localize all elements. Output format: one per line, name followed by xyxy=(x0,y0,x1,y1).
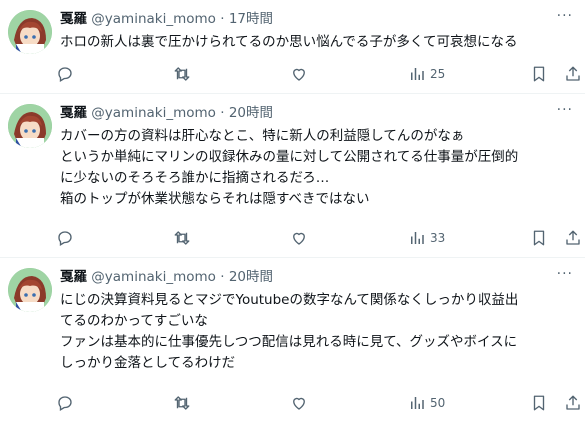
user-handle[interactable]: @yaminaki_momo xyxy=(91,11,216,27)
views-number: 50 xyxy=(430,396,446,410)
share-button[interactable] xyxy=(564,393,582,413)
retweet-button[interactable] xyxy=(173,228,191,248)
action-bar: 25 xyxy=(56,64,584,84)
views-count[interactable]: 50 xyxy=(408,393,445,413)
action-bar: 33 xyxy=(56,228,584,248)
retweet-button[interactable] xyxy=(173,393,191,413)
tweet[interactable]: 戛羅 @yaminaki_momo · 20時間 ··· にじの決算資料見るとマ… xyxy=(0,258,585,428)
avatar[interactable] xyxy=(8,104,52,148)
views-icon xyxy=(411,232,424,244)
tweet-header: 戛羅 @yaminaki_momo · 20時間 xyxy=(60,267,273,287)
share-icon xyxy=(566,395,580,410)
views-count[interactable]: 25 xyxy=(408,64,445,84)
share-icon xyxy=(566,230,580,245)
action-bar: 50 xyxy=(56,393,584,413)
reply-button[interactable] xyxy=(56,64,74,84)
share-button[interactable] xyxy=(564,228,582,248)
user-handle[interactable]: @yaminaki_momo xyxy=(91,269,216,285)
avatar[interactable] xyxy=(8,268,52,312)
views-count[interactable]: 33 xyxy=(408,228,445,248)
separator-dot: · xyxy=(220,105,225,121)
tweet-text-line: に少ないのそろそろ誰かに指摘されるだろ… xyxy=(60,170,330,186)
retweet-icon xyxy=(174,231,190,245)
retweet-icon xyxy=(174,67,190,81)
more-options-button[interactable]: ··· xyxy=(557,266,573,282)
separator-dot: · xyxy=(220,11,225,27)
timestamp[interactable]: 20時間 xyxy=(229,105,273,121)
tweet-header: 戛羅 @yaminaki_momo · 20時間 xyxy=(60,103,273,123)
display-name[interactable]: 戛羅 xyxy=(60,269,87,285)
tweet-header: 戛羅 @yaminaki_momo · 17時間 xyxy=(60,9,273,29)
like-button[interactable] xyxy=(290,228,308,248)
views-icon xyxy=(411,397,424,409)
bookmark-button[interactable] xyxy=(530,393,548,413)
separator-dot: · xyxy=(220,269,225,285)
views-number: 25 xyxy=(430,67,446,81)
tweet-text-line: というか単純にマリンの収録休みの量に対して公開されてる仕事量が圧倒的 xyxy=(60,149,519,165)
like-icon xyxy=(293,397,305,410)
share-icon xyxy=(566,66,580,81)
retweet-button[interactable] xyxy=(173,64,191,84)
display-name[interactable]: 戛羅 xyxy=(60,105,87,121)
like-button[interactable] xyxy=(290,64,308,84)
bookmark-icon xyxy=(533,230,545,246)
views-icon xyxy=(411,68,424,80)
tweet-text-line: 箱のトップが休業状態ならそれは隠すべきではない xyxy=(60,191,370,207)
tweet-text: カバーの方の資料は肝心なとこ、特に新人の利益隠してんのがなぁ というか単純にマリ… xyxy=(60,126,578,210)
tweet-text-line: てるのわかってすごいな xyxy=(60,313,208,329)
like-button[interactable] xyxy=(290,393,308,413)
bookmark-button[interactable] xyxy=(530,228,548,248)
timestamp[interactable]: 17時間 xyxy=(229,11,273,27)
more-options-button[interactable]: ··· xyxy=(557,102,573,118)
bookmark-icon xyxy=(533,66,545,82)
more-options-button[interactable]: ··· xyxy=(557,8,573,24)
like-icon xyxy=(293,232,305,245)
share-button[interactable] xyxy=(564,64,582,84)
reply-button[interactable] xyxy=(56,393,74,413)
like-icon xyxy=(293,68,305,81)
reply-button[interactable] xyxy=(56,228,74,248)
reply-icon xyxy=(58,396,72,411)
user-handle[interactable]: @yaminaki_momo xyxy=(91,105,216,121)
timestamp[interactable]: 20時間 xyxy=(229,269,273,285)
tweet-text-line: にじの決算資料見るとマジでYoutubeの数字なんて関係なくしっかり収益出 xyxy=(60,292,519,308)
tweet-text-line: ファンは基本的に仕事優先しつつ配信は見れる時に見て、グッズやボイスに xyxy=(60,334,518,350)
tweet-text: にじの決算資料見るとマジでYoutubeの数字なんて関係なくしっかり収益出 てる… xyxy=(60,290,578,374)
tweet-text-line: カバーの方の資料は肝心なとこ、特に新人の利益隠してんのがなぁ xyxy=(60,128,465,144)
avatar[interactable] xyxy=(8,10,52,54)
tweet-text-line: ホロの新人は裏で圧かけられてるのか思い悩んでる子が多くて可哀想になる xyxy=(60,34,518,50)
display-name[interactable]: 戛羅 xyxy=(60,11,87,27)
retweet-icon xyxy=(174,396,190,410)
reply-icon xyxy=(58,231,72,246)
tweet-text: ホロの新人は裏で圧かけられてるのか思い悩んでる子が多くて可哀想になる xyxy=(60,32,578,53)
bookmark-icon xyxy=(533,395,545,411)
views-number: 33 xyxy=(430,231,446,245)
reply-icon xyxy=(58,67,72,82)
tweet[interactable]: 戛羅 @yaminaki_momo · 20時間 ··· カバーの方の資料は肝心… xyxy=(0,94,585,258)
tweet-text-line: しっかり金落としてるわけだ xyxy=(60,355,236,371)
bookmark-button[interactable] xyxy=(530,64,548,84)
tweet[interactable]: 戛羅 @yaminaki_momo · 17時間 ··· ホロの新人は裏で圧かけ… xyxy=(0,0,585,94)
